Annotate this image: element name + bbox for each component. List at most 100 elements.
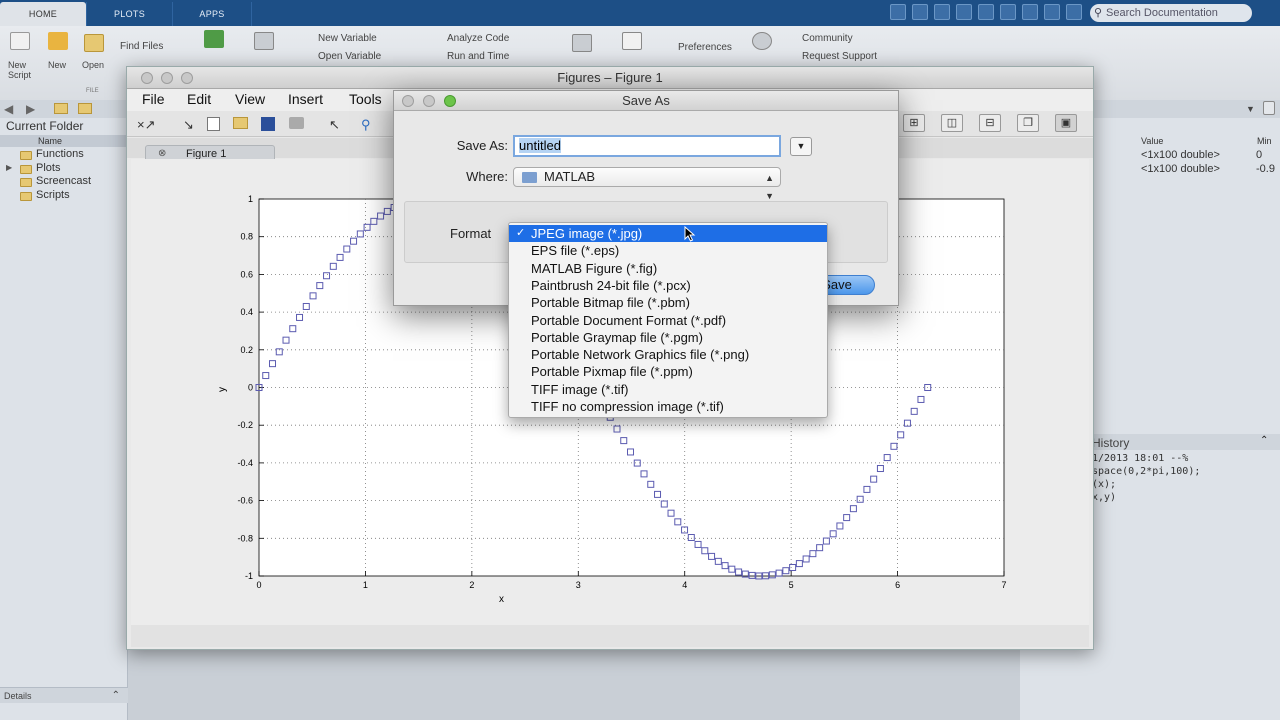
details-bar[interactable]: Details ⌃: [0, 687, 128, 703]
find-files-button[interactable]: Find Files: [120, 41, 163, 52]
x-tick-label: 3: [576, 580, 581, 590]
run-and-time-button[interactable]: Run and Time: [447, 51, 509, 62]
menu-insert[interactable]: Insert: [288, 91, 323, 107]
layout-icon[interactable]: [622, 32, 642, 50]
preferences-button[interactable]: Preferences: [678, 42, 732, 53]
toolbar-icon[interactable]: [978, 4, 994, 20]
format-option[interactable]: Portable Document Format (*.pdf): [509, 312, 827, 329]
value-column-header[interactable]: Value: [1141, 136, 1163, 146]
figure-titlebar[interactable]: Figures – Figure 1: [127, 67, 1093, 89]
new-script-icon[interactable]: [10, 32, 30, 50]
folder-up-icon[interactable]: [78, 103, 92, 114]
minimize-icon[interactable]: [161, 72, 173, 84]
workspace-row[interactable]: <1x100 double> -0.9: [1141, 163, 1275, 175]
toolbar-icon[interactable]: [1044, 4, 1060, 20]
simulink-icon[interactable]: [572, 34, 592, 52]
folder-item-functions[interactable]: Functions: [36, 148, 84, 160]
format-option[interactable]: Portable Graymap file (*.pgm): [509, 329, 827, 346]
folder-item-plots[interactable]: Plots: [36, 162, 60, 174]
x-axis-label: x: [499, 594, 504, 605]
expand-dialog-button[interactable]: ▼: [790, 137, 812, 156]
new-variable-button[interactable]: New Variable: [318, 33, 377, 44]
filename-input[interactable]: untitled: [513, 135, 781, 157]
dock-arrow-icon[interactable]: ↘: [183, 117, 194, 133]
expand-arrow-icon[interactable]: ▶: [6, 163, 12, 172]
help-icon[interactable]: [752, 32, 772, 50]
community-link[interactable]: Community: [802, 33, 853, 44]
history-line[interactable]: x,y): [1092, 492, 1116, 503]
format-option[interactable]: Paintbrush 24-bit file (*.pcx): [509, 277, 827, 294]
format-option[interactable]: Portable Pixmap file (*.ppm): [509, 363, 827, 380]
min-column-header[interactable]: Min: [1257, 136, 1272, 146]
open-file-icon[interactable]: [233, 117, 248, 129]
close-figure-icon[interactable]: ×↗: [137, 117, 155, 133]
menu-file[interactable]: File: [142, 91, 165, 107]
dialog-titlebar[interactable]: Save As: [394, 91, 898, 111]
close-icon[interactable]: [402, 95, 414, 107]
request-support-link[interactable]: Request Support: [802, 51, 877, 62]
figure-title: Figures – Figure 1: [557, 70, 663, 85]
folder-item-screencast[interactable]: Screencast: [36, 175, 91, 187]
scroll-icon[interactable]: [1263, 101, 1275, 115]
zoom-icon[interactable]: [444, 95, 456, 107]
minimize-icon[interactable]: [423, 95, 435, 107]
tab-apps[interactable]: APPS: [172, 2, 252, 26]
toolbar-icon[interactable]: [956, 4, 972, 20]
format-option[interactable]: MATLAB Figure (*.fig): [509, 260, 827, 277]
chevron-up-icon[interactable]: ⌃: [1260, 435, 1268, 446]
new-icon[interactable]: [48, 32, 68, 50]
forward-arrow-icon[interactable]: ▶: [26, 102, 35, 116]
new-figure-icon[interactable]: [207, 117, 220, 131]
menu-view[interactable]: View: [235, 91, 265, 107]
history-line[interactable]: space(0,2*pi,100);: [1092, 466, 1200, 477]
pointer-icon[interactable]: ↖: [329, 117, 340, 133]
toolbar-icon[interactable]: [912, 4, 928, 20]
import-icon[interactable]: [204, 30, 224, 48]
chevron-up-icon[interactable]: ⌃: [112, 688, 120, 704]
new-button[interactable]: New: [48, 60, 66, 70]
menu-edit[interactable]: Edit: [187, 91, 211, 107]
analyze-code-button[interactable]: Analyze Code: [447, 33, 509, 44]
toolbar-icon[interactable]: [1022, 4, 1038, 20]
name-column-header[interactable]: Name: [0, 135, 128, 147]
history-line[interactable]: (x);: [1092, 479, 1116, 490]
split-vertical-icon[interactable]: ◫: [941, 114, 963, 132]
print-icon[interactable]: [289, 117, 304, 129]
float-window-icon[interactable]: ❐: [1017, 114, 1039, 132]
format-option[interactable]: EPS file (*.eps): [509, 242, 827, 259]
folder-icon[interactable]: [54, 103, 68, 114]
open-variable-button[interactable]: Open Variable: [318, 51, 381, 62]
help-icon[interactable]: [1066, 4, 1082, 20]
format-option[interactable]: TIFF image (*.tif): [509, 381, 827, 398]
dropdown-arrow-icon[interactable]: ▼: [1246, 104, 1255, 114]
where-select[interactable]: MATLAB ▲ ▼: [513, 167, 781, 201]
format-option[interactable]: Portable Bitmap file (*.pbm): [509, 294, 827, 311]
y-tick-label: 1: [248, 194, 253, 204]
save-workspace-icon[interactable]: [254, 32, 274, 50]
maximize-window-icon[interactable]: ▣: [1055, 114, 1077, 132]
new-script-button[interactable]: New Script: [8, 60, 31, 80]
toolbar-icon[interactable]: [934, 4, 950, 20]
save-icon[interactable]: [261, 117, 275, 131]
search-documentation-input[interactable]: ⚲ Search Documentation: [1090, 4, 1252, 22]
toolbar-icon[interactable]: [1000, 4, 1016, 20]
format-option[interactable]: Portable Network Graphics file (*.png): [509, 346, 827, 363]
format-option-label: Portable Graymap file (*.pgm): [531, 329, 703, 345]
format-option[interactable]: TIFF no compression image (*.tif): [509, 398, 827, 415]
open-button[interactable]: Open: [82, 60, 104, 70]
split-horizontal-icon[interactable]: ⊟: [979, 114, 1001, 132]
zoom-icon[interactable]: [181, 72, 193, 84]
tab-plots[interactable]: PLOTS: [86, 2, 172, 26]
workspace-row[interactable]: <1x100 double> 0: [1141, 149, 1262, 161]
tile-grid-icon[interactable]: ⊞: [903, 114, 925, 132]
menu-tools[interactable]: Tools: [349, 91, 382, 107]
format-option[interactable]: ✓ JPEG image (*.jpg): [509, 225, 827, 242]
folder-item-scripts[interactable]: Scripts: [36, 189, 70, 201]
toolbar-icon[interactable]: [890, 4, 906, 20]
zoom-in-icon[interactable]: ⚲: [361, 117, 371, 133]
back-arrow-icon[interactable]: ◀: [4, 102, 13, 116]
folder-open-icon[interactable]: [84, 34, 104, 52]
tab-home[interactable]: HOME: [0, 2, 86, 26]
close-icon[interactable]: [141, 72, 153, 84]
history-line[interactable]: 1/2013 18:01 --%: [1092, 453, 1188, 464]
